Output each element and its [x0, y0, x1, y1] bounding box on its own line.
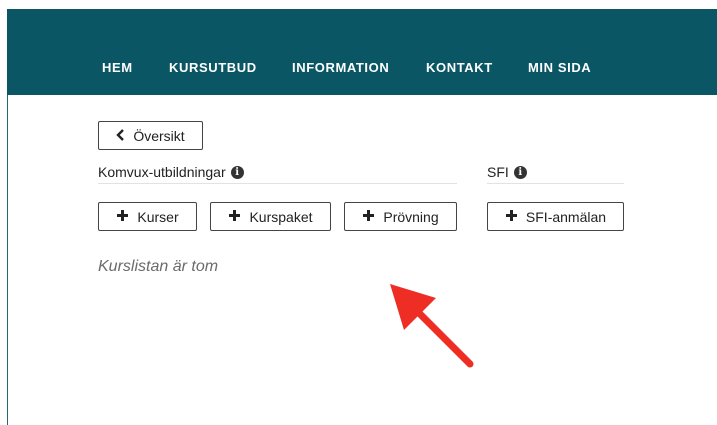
add-kurspaket-button[interactable]: Kurspaket: [210, 202, 331, 231]
sfi-anmalan-button[interactable]: SFI-anmälan: [487, 202, 624, 231]
plus-icon: [362, 209, 375, 225]
nav-item-kursutbud[interactable]: KURSUTBUD: [169, 60, 257, 75]
chevron-left-icon: [116, 128, 125, 144]
info-icon[interactable]: i: [513, 165, 527, 179]
plus-icon: [116, 209, 129, 225]
sfi-heading-label: SFI: [487, 164, 509, 180]
add-provning-label: Prövning: [383, 208, 439, 225]
content-left-border: [7, 95, 8, 425]
komvux-heading-label: Komvux-utbildningar: [98, 164, 226, 180]
annotation-arrow-icon: [390, 284, 474, 368]
plus-icon: [228, 209, 241, 225]
plus-icon: [505, 209, 518, 225]
overview-button-label: Översikt: [133, 127, 185, 144]
nav-item-hem[interactable]: HEM: [102, 60, 133, 75]
komvux-divider: [98, 183, 457, 184]
sfi-anmalan-label: SFI-anmälan: [525, 208, 607, 225]
nav-item-information[interactable]: INFORMATION: [292, 60, 389, 75]
nav-item-kontakt[interactable]: KONTAKT: [426, 60, 493, 75]
sfi-divider: [487, 183, 624, 184]
sfi-heading: SFI i: [487, 164, 527, 180]
overview-button[interactable]: Översikt: [98, 121, 203, 150]
komvux-heading: Komvux-utbildningar i: [98, 164, 244, 180]
empty-course-list-message: Kurslistan är tom: [98, 258, 219, 275]
nav-item-min-sida[interactable]: MIN SIDA: [528, 60, 591, 75]
top-navigation-bar: HEM KURSUTBUD INFORMATION KONTAKT MIN SI…: [7, 9, 717, 95]
info-icon[interactable]: i: [230, 165, 244, 179]
add-provning-button[interactable]: Prövning: [344, 202, 457, 231]
add-kurser-label: Kurser: [137, 208, 179, 225]
add-kurspaket-label: Kurspaket: [249, 208, 313, 225]
add-kurser-button[interactable]: Kurser: [98, 202, 197, 231]
